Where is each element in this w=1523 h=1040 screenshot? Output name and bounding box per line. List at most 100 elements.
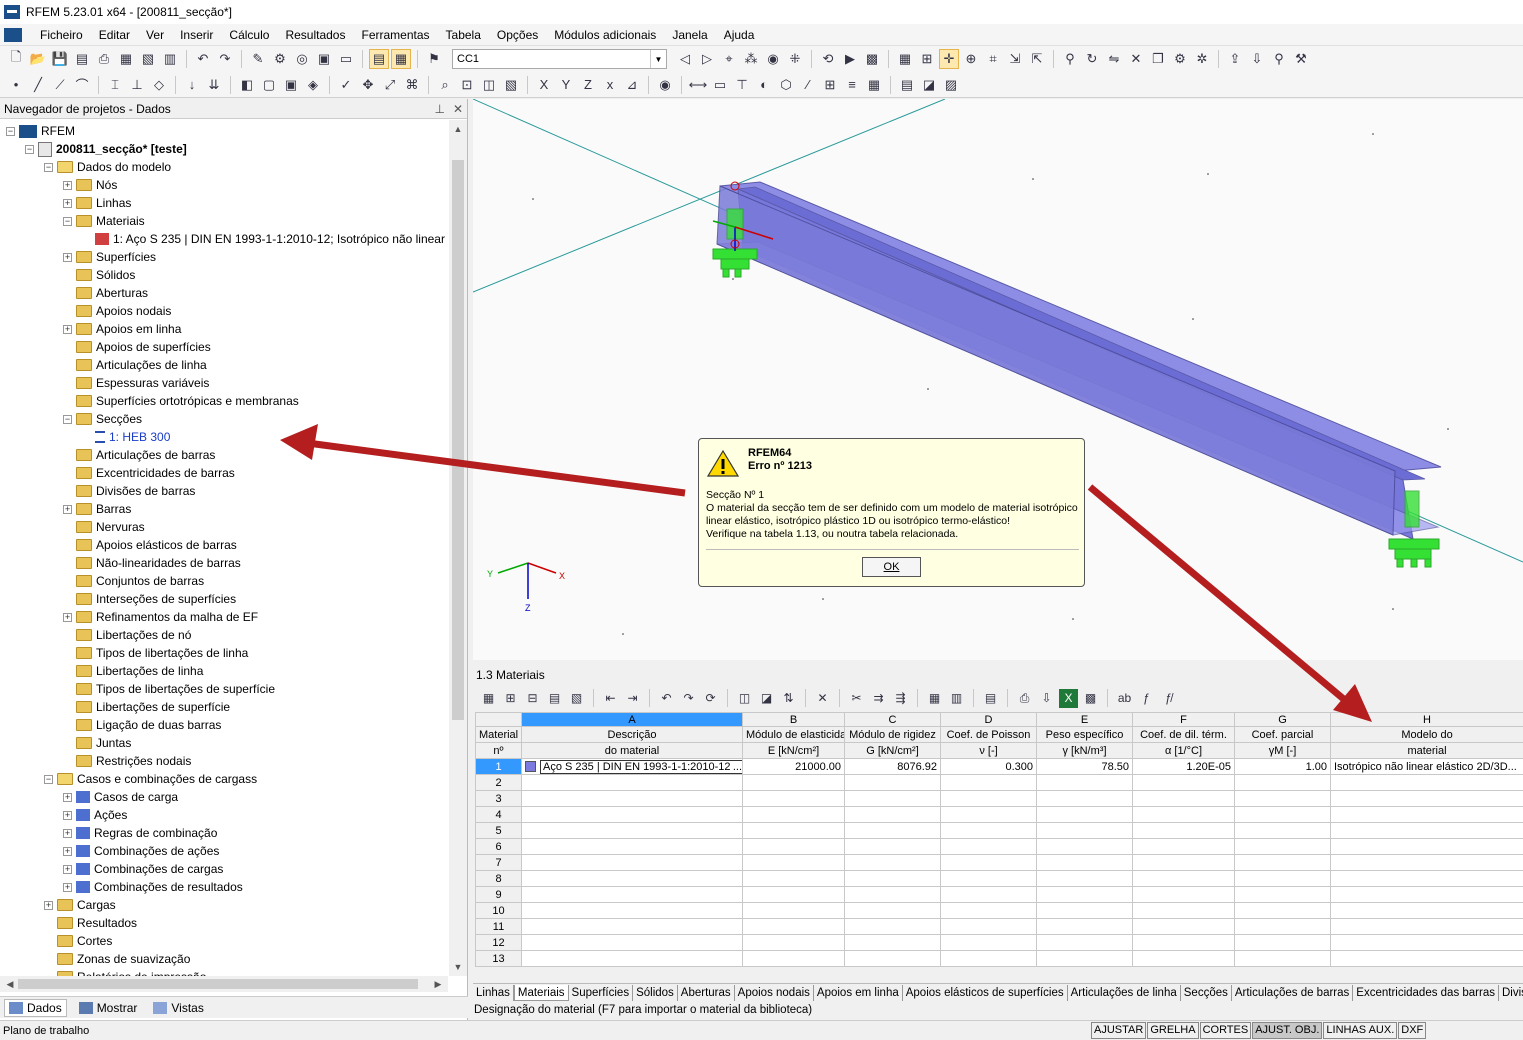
- iso-view-icon[interactable]: ◫: [479, 75, 499, 95]
- next-lc-icon[interactable]: ▷: [697, 49, 717, 69]
- tree-item[interactable]: + Combinações de resultados: [63, 878, 243, 896]
- empty-cell[interactable]: [742, 870, 845, 887]
- tree-item[interactable]: + Refinamentos da malha de EF: [63, 608, 258, 626]
- table-row[interactable]: 2: [475, 774, 1523, 791]
- tree-item[interactable]: − 200811_secção* [teste]: [25, 140, 187, 158]
- scroll-left-icon[interactable]: ◀: [2, 976, 18, 992]
- load-icon[interactable]: ↓: [182, 75, 202, 95]
- empty-cell[interactable]: [1330, 774, 1523, 791]
- table-view-icon[interactable]: ▦: [925, 689, 944, 708]
- clear-table-icon[interactable]: ▤: [545, 689, 564, 708]
- empty-cell[interactable]: [521, 774, 743, 791]
- rotate-icon[interactable]: ↻: [1082, 49, 1102, 69]
- row-number[interactable]: 4: [475, 806, 522, 823]
- pin-icon[interactable]: ⊥: [434, 102, 444, 116]
- table-row[interactable]: 10: [475, 902, 1523, 919]
- empty-cell[interactable]: [1132, 838, 1235, 855]
- menu-item-11[interactable]: Ajuda: [716, 28, 763, 42]
- edit-table-icon[interactable]: ▦: [479, 689, 498, 708]
- empty-cell[interactable]: [521, 902, 743, 919]
- table-row[interactable]: 7: [475, 854, 1523, 871]
- empty-cell[interactable]: [742, 854, 845, 871]
- tree-item[interactable]: 1: HEB 300: [82, 428, 170, 446]
- tree-item[interactable]: Conjuntos de barras: [63, 572, 204, 590]
- tools-icon[interactable]: ⚒: [1291, 49, 1311, 69]
- result-values-icon[interactable]: ⁂: [741, 49, 761, 69]
- sort-icon[interactable]: ⇅: [779, 689, 798, 708]
- table-row[interactable]: 12: [475, 934, 1523, 951]
- gear-icon[interactable]: ⚙: [1170, 49, 1190, 69]
- sheet-tab[interactable]: Divisões de b: [1499, 985, 1523, 1001]
- empty-cell[interactable]: [844, 902, 941, 919]
- object-snap-icon[interactable]: ✛: [939, 49, 959, 69]
- empty-cell[interactable]: [1330, 790, 1523, 807]
- navigator-horizontal-scrollbar[interactable]: ◀ ▶: [0, 976, 448, 992]
- empty-cell[interactable]: [742, 774, 845, 791]
- tree-item[interactable]: + Apoios em linha: [63, 320, 181, 338]
- menu-item-0[interactable]: Ficheiro: [32, 28, 91, 42]
- empty-cell[interactable]: [1036, 934, 1133, 951]
- visibility-icon[interactable]: ◐: [754, 75, 774, 95]
- empty-cell[interactable]: [1036, 838, 1133, 855]
- row-number[interactable]: 1: [475, 758, 522, 775]
- empty-cell[interactable]: [1036, 806, 1133, 823]
- empty-cell[interactable]: [1234, 838, 1331, 855]
- tree-item[interactable]: Zonas de suavização: [44, 950, 190, 968]
- arc-icon[interactable]: ⌒: [72, 75, 92, 95]
- table-icon[interactable]: ▭: [336, 49, 356, 69]
- section-view-icon[interactable]: ⊿: [622, 75, 642, 95]
- empty-cell[interactable]: [521, 950, 743, 967]
- pen-icon[interactable]: ✎: [248, 49, 268, 69]
- tree-item[interactable]: − Materiais: [63, 212, 145, 230]
- insert-row-icon[interactable]: ⊞: [501, 689, 520, 708]
- status-toggle-button[interactable]: CORTES: [1199, 1022, 1252, 1039]
- new-file-icon[interactable]: 🗋: [6, 49, 26, 69]
- copy-icon[interactable]: ❐: [1148, 49, 1168, 69]
- empty-cell[interactable]: [521, 870, 743, 887]
- scrollbar-thumb[interactable]: [18, 979, 418, 989]
- empty-cell[interactable]: [1132, 902, 1235, 919]
- expand-icon[interactable]: +: [63, 324, 72, 334]
- copy-rows-icon[interactable]: ▧: [567, 689, 586, 708]
- redo-icon[interactable]: ↷: [215, 49, 235, 69]
- grid-icon[interactable]: ▦: [895, 49, 915, 69]
- column-letter[interactable]: B: [742, 712, 845, 727]
- empty-cell[interactable]: [940, 806, 1037, 823]
- measure-icon[interactable]: ⚲: [1060, 49, 1080, 69]
- empty-cell[interactable]: [844, 774, 941, 791]
- diagram-icon[interactable]: ▩: [862, 49, 882, 69]
- table-row[interactable]: 3: [475, 790, 1523, 807]
- cut-icon[interactable]: ⊤: [732, 75, 752, 95]
- level-icon[interactable]: ≡: [842, 75, 862, 95]
- empty-cell[interactable]: [1036, 870, 1133, 887]
- empty-cell[interactable]: [1330, 806, 1523, 823]
- empty-cell[interactable]: [844, 822, 941, 839]
- value-cell-E[interactable]: 21000.00: [742, 758, 845, 775]
- load-case-icon[interactable]: ⚑: [424, 49, 444, 69]
- sheet-tab[interactable]: Aberturas: [678, 984, 735, 1001]
- tree-item[interactable]: Libertações de superfície: [63, 698, 230, 716]
- description-editor[interactable]: Aço S 235 | DIN EN 1993-1-1:2010-12...: [540, 759, 742, 774]
- empty-cell[interactable]: [521, 918, 743, 935]
- empty-cell[interactable]: [1036, 774, 1133, 791]
- description-cell[interactable]: Aço S 235 | DIN EN 1993-1-1:2010-12...: [521, 758, 743, 775]
- settings-icon[interactable]: ✲: [1192, 49, 1212, 69]
- table-row[interactable]: 6: [475, 838, 1523, 855]
- empty-cell[interactable]: [844, 870, 941, 887]
- tree-item[interactable]: Não-linearidades de barras: [63, 554, 241, 572]
- menu-item-5[interactable]: Resultados: [277, 28, 353, 42]
- undo-icon[interactable]: ↶: [657, 689, 676, 708]
- empty-cell[interactable]: [844, 806, 941, 823]
- empty-cell[interactable]: [1330, 838, 1523, 855]
- expand-icon[interactable]: +: [63, 828, 72, 838]
- empty-cell[interactable]: [844, 886, 941, 903]
- empty-cell[interactable]: [1330, 886, 1523, 903]
- menu-item-7[interactable]: Tabela: [438, 28, 489, 42]
- empty-cell[interactable]: [940, 934, 1037, 951]
- dimension-icon[interactable]: ⇲: [1005, 49, 1025, 69]
- menu-item-2[interactable]: Ver: [138, 28, 172, 42]
- row-number[interactable]: 10: [475, 902, 522, 919]
- expand-icon[interactable]: +: [63, 846, 72, 856]
- empty-cell[interactable]: [521, 806, 743, 823]
- row-number[interactable]: 9: [475, 886, 522, 903]
